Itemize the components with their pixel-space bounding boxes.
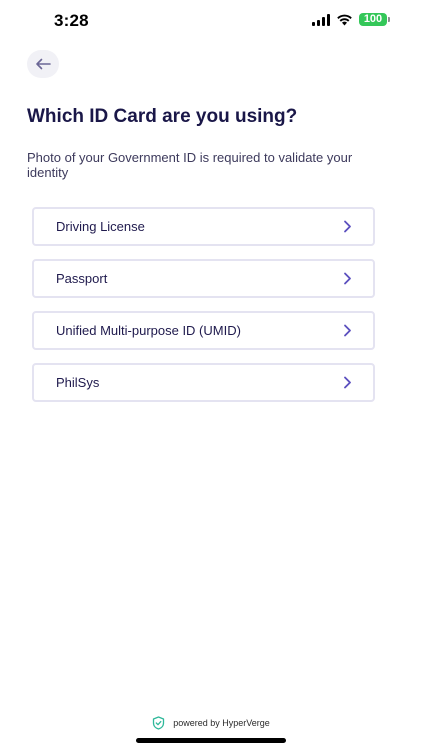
status-time: 3:28 [54,11,89,30]
chevron-right-icon [341,220,353,234]
option-label: Driving License [56,219,145,234]
footer: powered by HyperVerge [0,716,422,730]
option-passport[interactable]: Passport [32,259,375,298]
option-label: Unified Multi-purpose ID (UMID) [56,323,241,338]
home-indicator[interactable] [136,738,286,743]
option-label: PhilSys [56,375,100,390]
back-button[interactable] [27,50,59,78]
id-type-list: Driving License Passport Unified Multi-p… [32,207,375,415]
page-title: Which ID Card are you using? [27,106,298,127]
arrow-left-icon [36,58,51,70]
chevron-right-icon [341,324,353,338]
signal-icon [312,13,330,26]
option-label: Passport [56,271,108,286]
option-philsys[interactable]: PhilSys [32,363,375,402]
status-icons: 100 [312,13,390,26]
powered-by-text: powered by HyperVerge [173,718,270,728]
chevron-right-icon [341,272,353,286]
battery-level: 100 [359,13,387,26]
shield-check-icon [153,716,165,730]
option-driving-license[interactable]: Driving License [32,207,375,246]
chevron-right-icon [341,376,353,390]
option-umid[interactable]: Unified Multi-purpose ID (UMID) [32,311,375,350]
page-subtitle: Photo of your Government ID is required … [27,150,353,180]
wifi-icon [337,14,352,25]
status-bar: 3:28 100 [0,0,422,44]
battery-icon: 100 [359,13,390,26]
